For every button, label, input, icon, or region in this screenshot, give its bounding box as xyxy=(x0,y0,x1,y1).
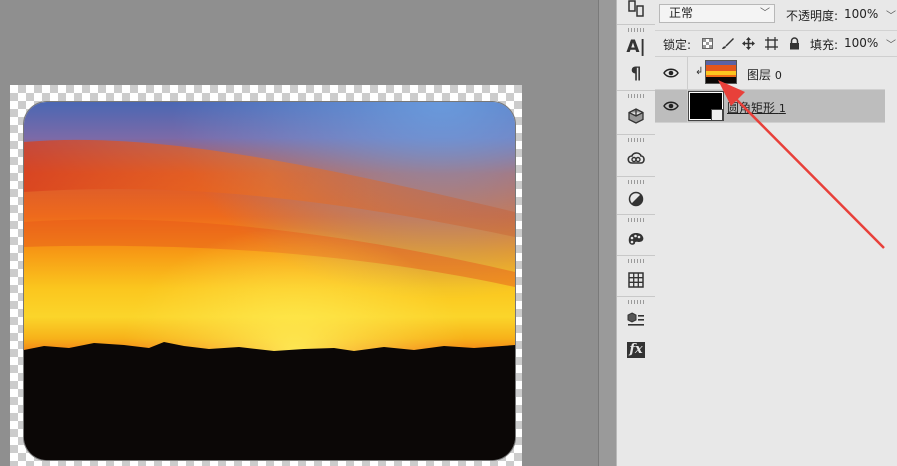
layers-scrollbar[interactable] xyxy=(885,57,897,466)
vector-shape-badge-icon xyxy=(711,109,723,121)
3d-cube-icon[interactable] xyxy=(624,104,648,128)
visibility-column-divider xyxy=(687,90,688,122)
sunset-image xyxy=(23,101,516,461)
fx-icon[interactable]: fx xyxy=(624,338,648,362)
lock-transparent-pixels-icon[interactable] xyxy=(699,35,715,51)
swatches-icon[interactable] xyxy=(624,228,648,252)
layers-panel: 正常 ﹀ 不透明度: 100% ﹀ 锁定: 填充: 100% ﹀ ↲ 图层 0 … xyxy=(655,0,897,466)
layer-name: 图层 0 xyxy=(747,68,782,82)
lock-label: 锁定: xyxy=(663,38,692,52)
visibility-eye-icon[interactable] xyxy=(663,99,679,113)
layer-name: 圆角矩形 1 xyxy=(727,101,786,115)
grid-icon[interactable] xyxy=(624,268,648,292)
blend-mode-select[interactable]: 正常 ﹀ xyxy=(659,4,775,23)
visibility-column-divider xyxy=(687,57,688,89)
fill-chevron-icon[interactable]: ﹀ xyxy=(886,36,896,51)
visibility-eye-icon[interactable] xyxy=(663,66,679,80)
creative-cloud-icon[interactable] xyxy=(624,146,648,170)
panel-gutter xyxy=(598,0,617,466)
lock-fill-row: 锁定: 填充: 100% ﹀ xyxy=(655,31,897,57)
canvas-area[interactable] xyxy=(0,0,598,466)
opacity-value[interactable]: 100% xyxy=(844,7,878,21)
paragraph-icon[interactable]: ¶ xyxy=(624,62,648,86)
properties-icon[interactable] xyxy=(624,308,648,332)
layer-row-shape[interactable]: 圆角矩形 1 xyxy=(655,90,885,123)
opacity-label: 不透明度: xyxy=(786,9,839,23)
character-icon[interactable]: A| xyxy=(624,35,648,59)
layer-thumbnail[interactable] xyxy=(705,60,737,84)
document-canvas[interactable] xyxy=(10,85,522,466)
chevron-down-icon: ﹀ xyxy=(760,8,770,19)
fill-value[interactable]: 100% xyxy=(844,36,878,50)
blend-opacity-row: 正常 ﹀ 不透明度: 100% ﹀ xyxy=(655,0,897,31)
opacity-chevron-icon[interactable]: ﹀ xyxy=(886,7,896,22)
adjustments-icon[interactable] xyxy=(624,187,648,211)
link-layers-icon[interactable] xyxy=(624,0,648,21)
lock-all-icon[interactable] xyxy=(786,35,802,51)
fill-label: 填充: xyxy=(810,38,839,52)
lock-image-pixels-icon[interactable] xyxy=(719,35,735,51)
layer-row-image[interactable]: ↲ 图层 0 xyxy=(655,57,885,90)
blend-mode-value: 正常 xyxy=(669,6,694,20)
panel-toolstrip: A| ¶ fx xyxy=(616,0,656,466)
clipping-mask-arrow-icon: ↲ xyxy=(695,66,704,77)
lock-position-icon[interactable] xyxy=(740,35,756,51)
lock-artboard-icon[interactable] xyxy=(763,35,779,51)
